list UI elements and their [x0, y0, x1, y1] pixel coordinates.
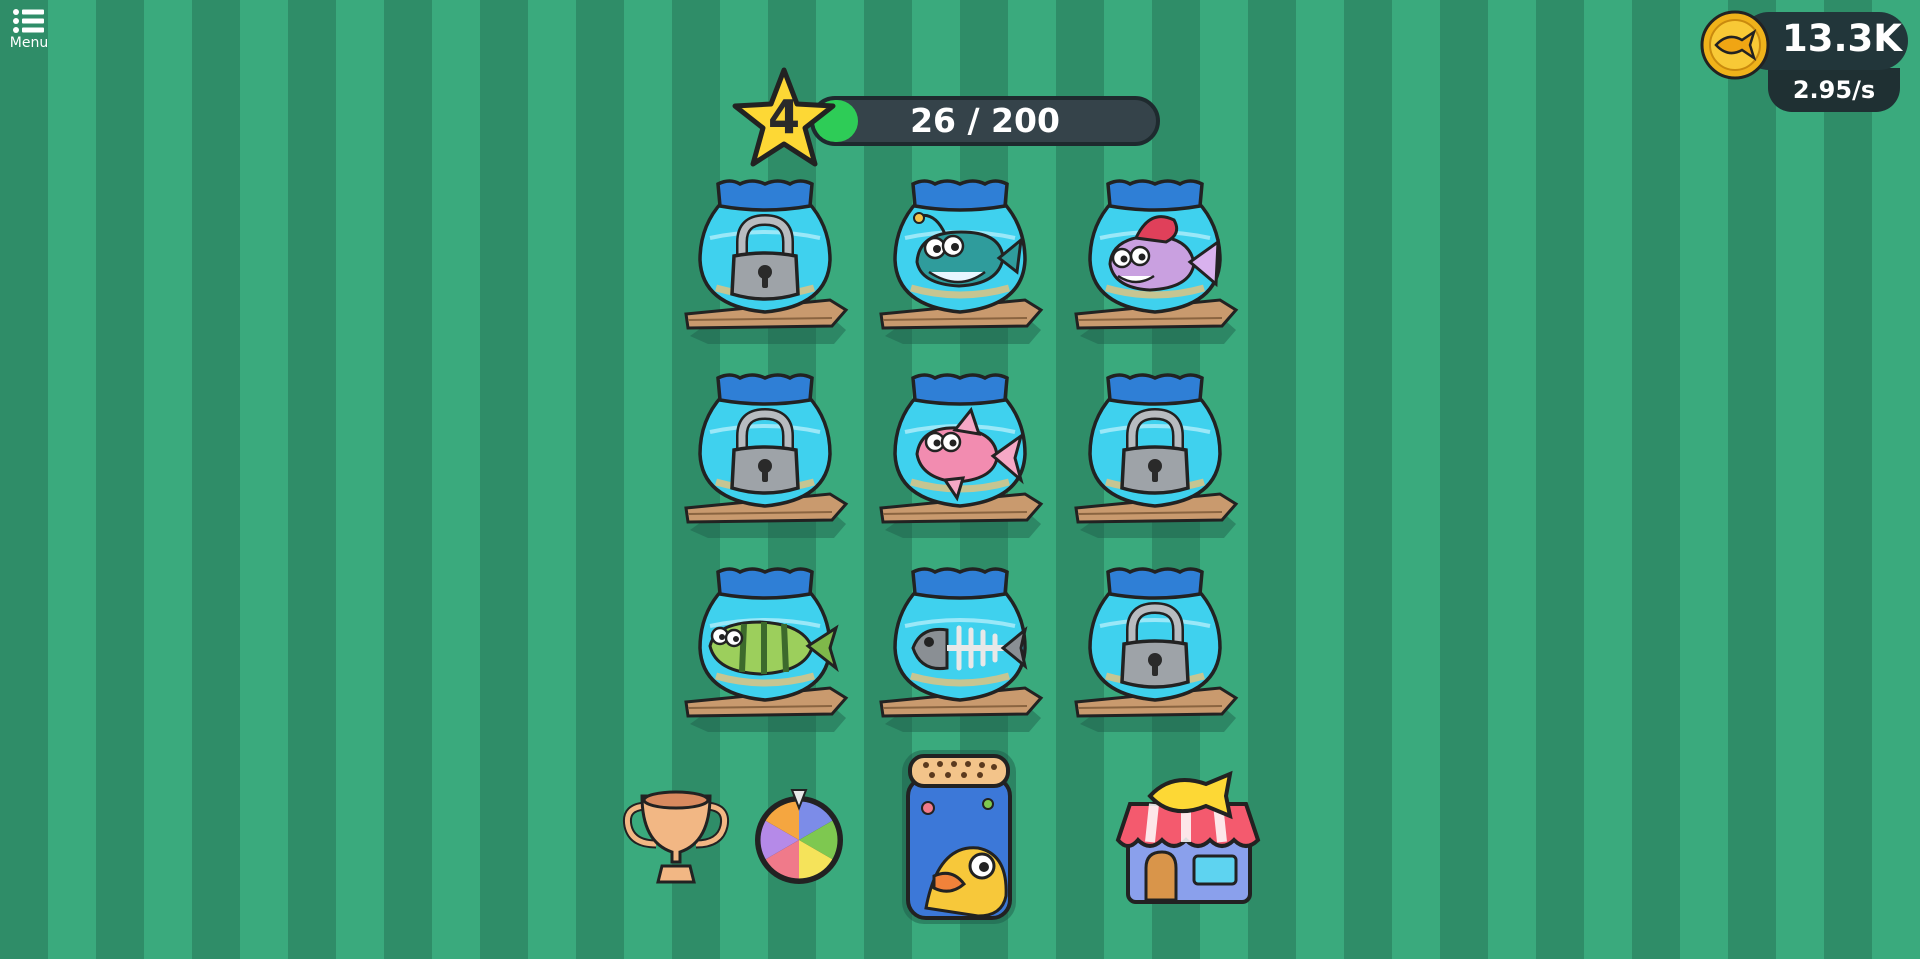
fishbowl-slot[interactable]	[875, 370, 1045, 546]
menu-label: Menu	[9, 35, 49, 51]
level-progress: 26 / 200 4	[730, 66, 1166, 170]
locked-fishbowl-slot[interactable]	[680, 176, 850, 352]
fishbowl-slot[interactable]	[875, 176, 1045, 352]
fishbowl-slot[interactable]	[875, 564, 1045, 740]
locked-fishbowl-slot[interactable]	[1070, 370, 1240, 546]
fish-food-jar-icon	[902, 750, 1016, 924]
xp-progress-bar: 26 / 200	[810, 96, 1160, 146]
prize-wheel-icon	[755, 789, 843, 884]
fish-food-button[interactable]	[898, 748, 1020, 926]
fishbowl-slot[interactable]	[1070, 176, 1240, 352]
income-rate-pill: 2.95/s	[1768, 68, 1900, 112]
locked-fishbowl-slot[interactable]	[680, 370, 850, 546]
gold-fish-coin-icon	[1700, 10, 1770, 80]
fishbowl-slot[interactable]	[680, 564, 850, 740]
trophy-button[interactable]	[620, 786, 732, 886]
level-number: 4	[767, 90, 800, 144]
income-rate: 2.95/s	[1792, 76, 1876, 104]
fish-shop-icon	[1115, 770, 1261, 904]
xp-progress-text: 26 / 200	[910, 101, 1060, 140]
coin-amount: 13.3K	[1782, 17, 1902, 60]
trophy-icon	[622, 790, 730, 884]
prize-wheel-button[interactable]	[752, 786, 846, 886]
currency-display: 2.95/s 13.3K	[1700, 10, 1908, 112]
list-icon	[13, 9, 44, 33]
fish-shop-button[interactable]	[1110, 770, 1266, 906]
locked-fishbowl-slot[interactable]	[1070, 564, 1240, 740]
menu-button[interactable]: Menu	[8, 8, 50, 52]
